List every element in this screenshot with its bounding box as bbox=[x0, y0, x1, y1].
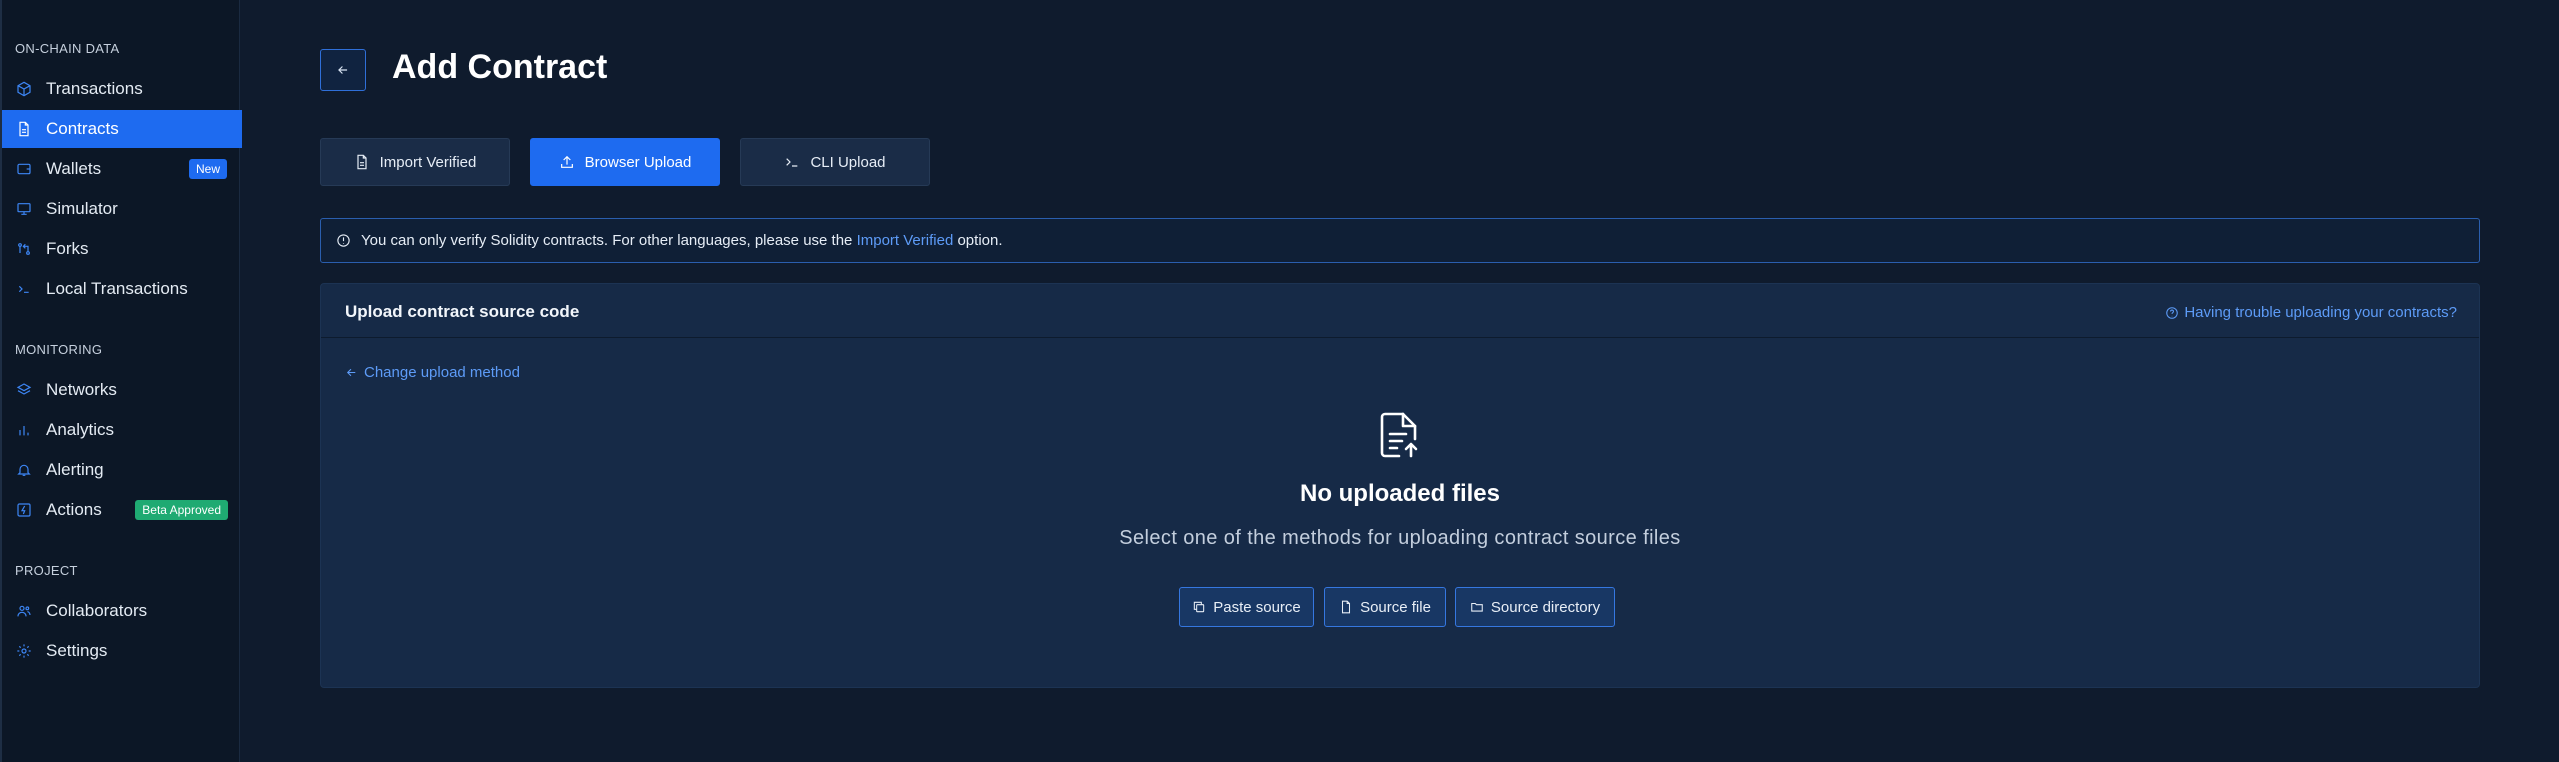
git-fork-icon bbox=[16, 241, 32, 257]
button-label: Browser Upload bbox=[584, 153, 692, 171]
folder-icon bbox=[1470, 600, 1491, 614]
source-directory-button[interactable]: Source directory bbox=[1455, 587, 1615, 627]
sidebar-item-label: Collaborators bbox=[46, 601, 148, 620]
sidebar-item-label: Wallets bbox=[46, 159, 102, 178]
sidebar-item-collaborators[interactable]: Collaborators bbox=[2, 592, 242, 630]
sidebar-item-actions[interactable]: Actions Beta Approved bbox=[2, 491, 242, 529]
upload-icon bbox=[559, 154, 585, 170]
layers-icon bbox=[16, 382, 32, 398]
users-icon bbox=[16, 603, 32, 619]
info-text-end: option. bbox=[957, 232, 1003, 249]
sidebar-item-label: Actions bbox=[46, 500, 102, 519]
sidebar-item-label: Analytics bbox=[46, 420, 115, 439]
change-upload-method-link[interactable]: Change upload method bbox=[345, 364, 520, 381]
help-link[interactable]: Having trouble uploading your contracts? bbox=[2165, 304, 2457, 321]
sidebar-item-forks[interactable]: Forks bbox=[2, 230, 242, 268]
arrow-left-icon bbox=[336, 63, 350, 77]
upload-panel: Upload contract source code Having troub… bbox=[320, 283, 2480, 688]
monitor-icon bbox=[16, 201, 32, 217]
sidebar-item-simulator[interactable]: Simulator bbox=[2, 190, 242, 228]
source-file-button[interactable]: Source file bbox=[1324, 587, 1446, 627]
sidebar-item-label: Contracts bbox=[46, 119, 119, 138]
terminal-icon bbox=[16, 281, 32, 297]
sidebar-item-settings[interactable]: Settings bbox=[2, 632, 242, 670]
sidebar-item-label: Transactions bbox=[46, 79, 143, 98]
cli-upload-button[interactable]: CLI Upload bbox=[740, 138, 930, 186]
help-link-label: Having trouble uploading your contracts? bbox=[2184, 304, 2457, 321]
import-verified-link[interactable]: Import Verified bbox=[857, 232, 954, 249]
new-badge: New bbox=[188, 159, 227, 179]
page-title: Add Contract bbox=[392, 48, 608, 86]
gear-icon bbox=[16, 643, 32, 659]
section-title-on-chain-data: ON-CHAIN DATA bbox=[15, 41, 120, 56]
button-label: CLI Upload bbox=[810, 153, 886, 171]
beta-approved-badge: Beta Approved bbox=[135, 500, 228, 520]
copy-icon bbox=[1192, 600, 1213, 614]
wallet-icon bbox=[16, 161, 32, 177]
sidebar-item-wallets[interactable]: Wallets New bbox=[2, 150, 242, 188]
back-button[interactable] bbox=[320, 49, 366, 91]
info-text: You can only verify Solidity contracts. … bbox=[361, 232, 853, 249]
sidebar-item-label: Networks bbox=[46, 380, 117, 399]
help-circle-icon bbox=[2165, 306, 2184, 320]
sidebar: ON-CHAIN DATA Transactions Contracts Wal… bbox=[0, 0, 242, 762]
button-label: Import Verified bbox=[379, 153, 477, 171]
sidebar-item-local-transactions[interactable]: Local Transactions bbox=[2, 270, 242, 308]
sidebar-item-networks[interactable]: Networks bbox=[2, 371, 242, 409]
empty-state-subtitle: Select one of the methods for uploading … bbox=[1119, 527, 1681, 549]
sidebar-item-contracts[interactable]: Contracts bbox=[2, 110, 242, 148]
button-label: Paste source bbox=[1213, 598, 1301, 616]
sidebar-item-transactions[interactable]: Transactions bbox=[2, 70, 242, 108]
file-upload-icon bbox=[1377, 411, 1421, 459]
arrow-left-icon bbox=[345, 366, 364, 379]
panel-title: Upload contract source code bbox=[345, 302, 580, 321]
info-banner: You can only verify Solidity contracts. … bbox=[320, 218, 2480, 263]
info-icon bbox=[321, 233, 361, 248]
bar-chart-icon bbox=[16, 422, 32, 438]
import-verified-button[interactable]: Import Verified bbox=[320, 138, 510, 186]
sidebar-item-label: Simulator bbox=[46, 199, 118, 218]
browser-upload-button[interactable]: Browser Upload bbox=[530, 138, 720, 186]
sidebar-item-label: Local Transactions bbox=[46, 279, 188, 298]
bolt-icon bbox=[16, 502, 32, 518]
button-label: Source directory bbox=[1490, 598, 1601, 616]
button-label: Source file bbox=[1360, 598, 1431, 616]
terminal-icon bbox=[784, 154, 810, 170]
sidebar-item-analytics[interactable]: Analytics bbox=[2, 411, 242, 449]
sidebar-item-label: Alerting bbox=[46, 460, 104, 479]
document-icon bbox=[16, 121, 32, 137]
paste-source-button[interactable]: Paste source bbox=[1179, 587, 1314, 627]
cube-icon bbox=[16, 81, 32, 97]
section-title-monitoring: MONITORING bbox=[15, 342, 103, 357]
sidebar-item-label: Forks bbox=[46, 239, 89, 258]
sidebar-item-label: Settings bbox=[46, 641, 108, 660]
sidebar-item-alerting[interactable]: Alerting bbox=[2, 451, 242, 489]
section-title-project: PROJECT bbox=[15, 563, 78, 578]
change-link-label: Change upload method bbox=[364, 364, 520, 381]
empty-state-title: No uploaded files bbox=[1299, 480, 1500, 507]
file-icon bbox=[1339, 600, 1360, 614]
panel-header: Upload contract source code Having troub… bbox=[321, 284, 2479, 338]
document-icon bbox=[354, 154, 380, 170]
bell-icon bbox=[16, 462, 32, 478]
